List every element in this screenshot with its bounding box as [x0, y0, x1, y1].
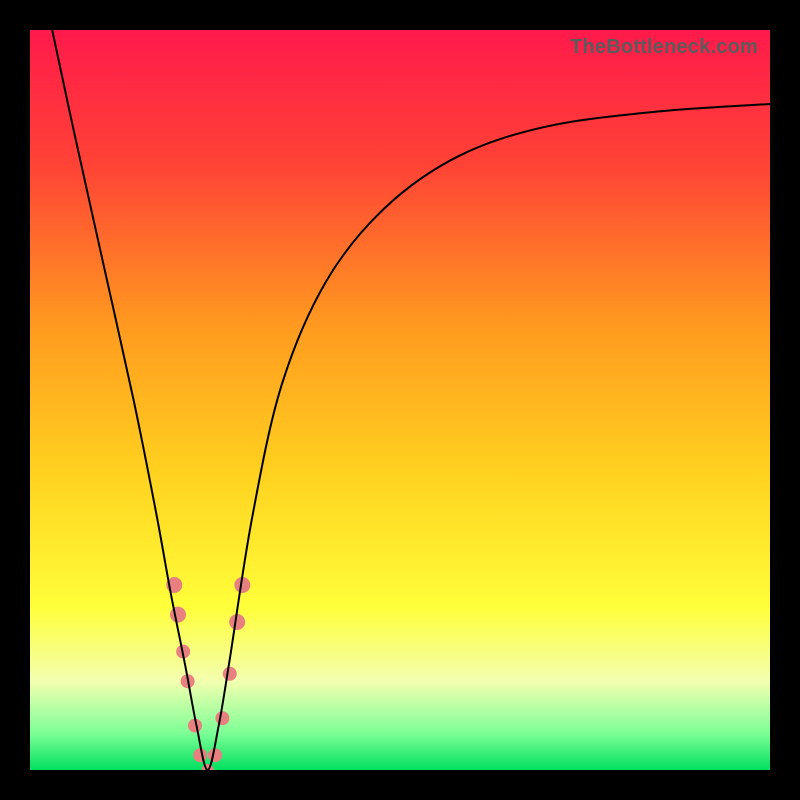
highlight-dot	[193, 748, 207, 762]
highlight-dot	[215, 711, 229, 725]
bottleneck-curve	[52, 30, 770, 770]
plot-area: TheBottleneck.com	[30, 30, 770, 770]
chart-frame: TheBottleneck.com	[0, 0, 800, 800]
highlight-dot	[170, 607, 186, 623]
curve-layer	[30, 30, 770, 770]
highlight-dot	[223, 667, 237, 681]
